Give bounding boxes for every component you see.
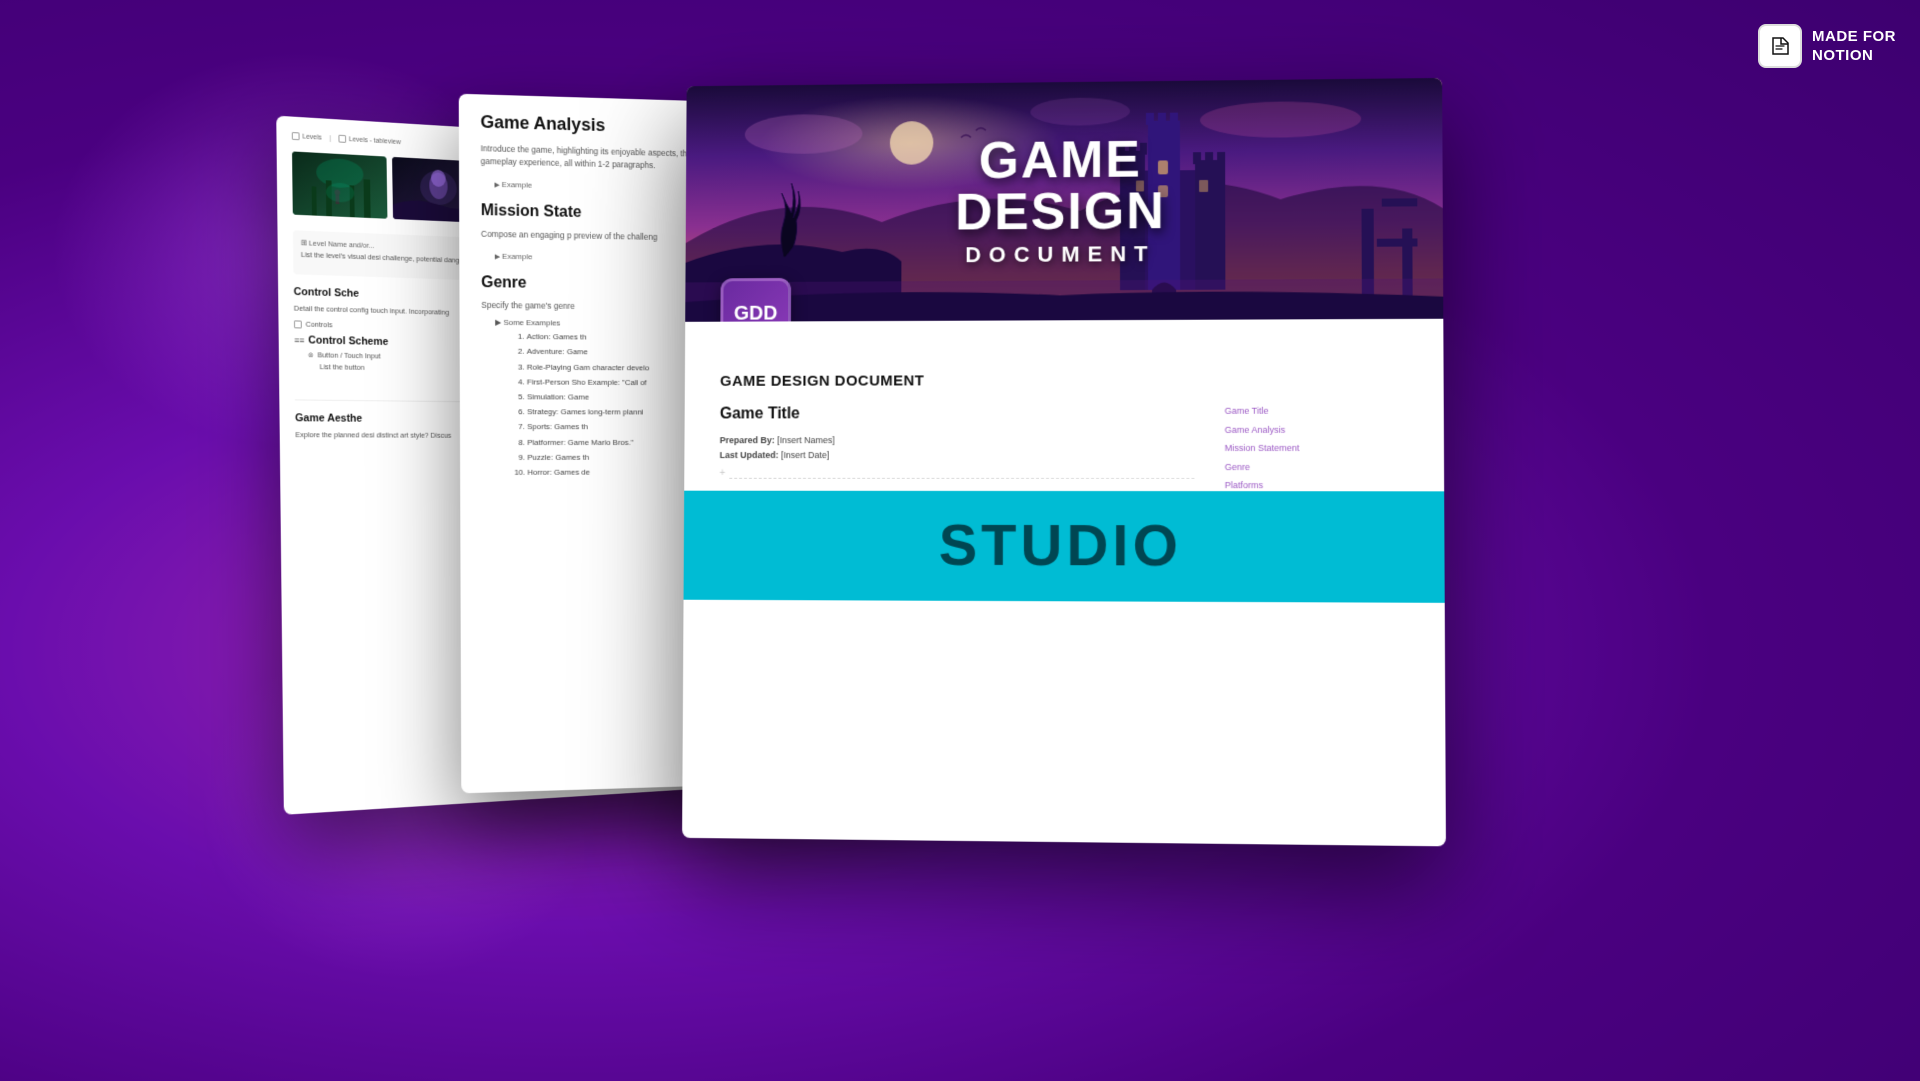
back-scheme-item-1: Button / Touch Input	[317, 350, 380, 360]
panels-container: Levels | Levels - tableview	[360, 80, 1560, 980]
back-scheme-title: Control Scheme	[308, 335, 388, 348]
front-body: GAME DESIGN DOCUMENT Game Title Prepared…	[684, 319, 1445, 552]
notion-badge-text: MADE FOR NOTION	[1812, 27, 1896, 66]
back-image-1	[292, 151, 387, 218]
front-strip-text: STUDIO	[939, 512, 1182, 580]
front-blue-strip: STUDIO	[684, 490, 1445, 602]
front-hero: GAME DESIGN DOCUMENT GDD	[685, 78, 1443, 322]
notion-icon	[1758, 24, 1802, 68]
toc-item-4: Genre	[1225, 461, 1408, 475]
front-doc-title: GAME DESIGN DOCUMENT	[720, 371, 1407, 390]
panel-front: GAME DESIGN DOCUMENT GDD GAME DESIGN DOC…	[682, 78, 1446, 846]
hero-sub-title: DOCUMENT	[872, 241, 1251, 269]
toc-item-3: Mission Statement	[1225, 442, 1408, 456]
toc-item-1: Game Title	[1225, 404, 1407, 418]
hero-title-overlay: GAME DESIGN DOCUMENT	[872, 133, 1251, 269]
front-meta-prepared: Prepared By: [Insert Names]	[720, 433, 1195, 449]
front-game-title-heading: Game Title	[720, 405, 1195, 424]
add-row-indicator[interactable]: +	[720, 468, 1195, 479]
gdd-badge: GDD	[720, 278, 791, 322]
hero-main-title: GAME DESIGN	[872, 133, 1251, 239]
notion-badge: MADE FOR NOTION	[1758, 24, 1896, 68]
toc-item-2: Game Analysis	[1225, 423, 1408, 437]
front-meta-updated: Last Updated: [Insert Date]	[720, 448, 1195, 463]
